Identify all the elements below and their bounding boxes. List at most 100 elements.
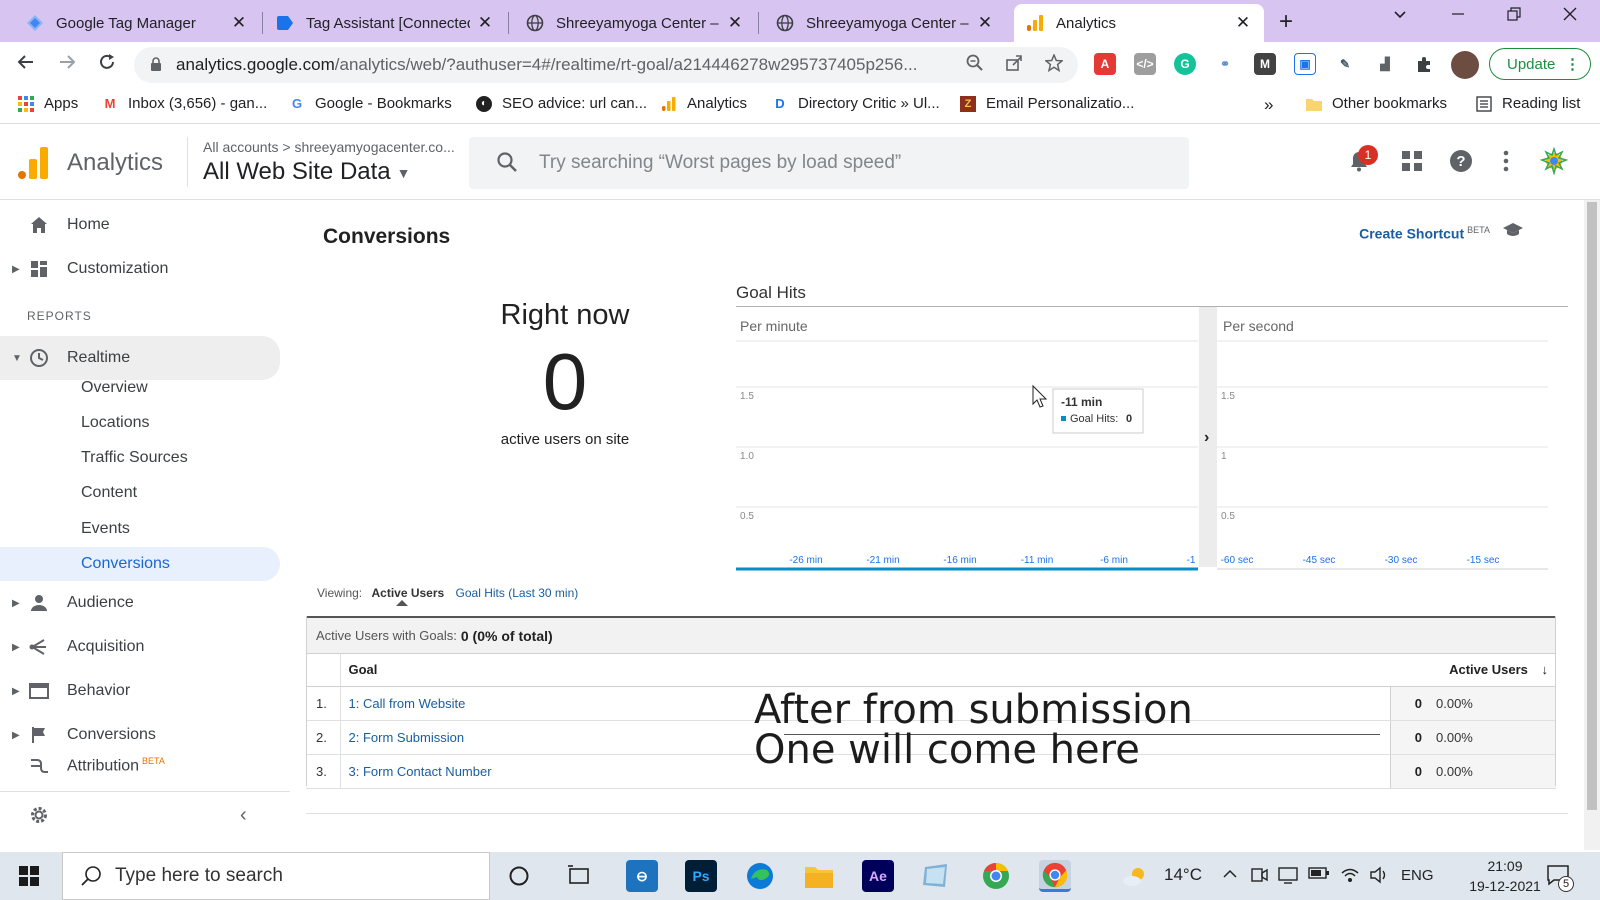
browser-tab-gtm[interactable]: Google Tag Manager ✕ <box>14 4 260 42</box>
close-tab-icon[interactable]: ✕ <box>976 13 994 33</box>
extension-stairs-icon[interactable]: ▟ <box>1374 53 1396 75</box>
after-effects-icon[interactable]: Ae <box>862 860 894 892</box>
account-breadcrumb[interactable]: All accounts > shreeyamyogacenter.co... <box>203 139 455 155</box>
browser-tab-analytics[interactable]: Analytics ✕ <box>1014 4 1264 42</box>
profile-avatar[interactable] <box>1451 51 1479 79</box>
extension-m-icon[interactable]: M <box>1254 53 1276 75</box>
bookmark-seo[interactable]: ◐ SEO advice: url can... <box>476 95 647 112</box>
minimize-icon[interactable] <box>1450 6 1466 27</box>
nav-realtime-traffic-sources[interactable]: Traffic Sources <box>0 441 280 475</box>
update-button[interactable]: Update ⋮ <box>1489 48 1591 80</box>
more-options-icon[interactable] <box>1492 147 1520 175</box>
file-explorer-icon[interactable] <box>803 860 835 892</box>
account-avatar-icon[interactable] <box>1540 147 1568 175</box>
goal-link[interactable]: 3: Form Contact Number <box>349 764 492 779</box>
reload-icon[interactable] <box>97 52 117 78</box>
extension-code-icon[interactable]: </> <box>1134 53 1156 75</box>
chrome-canary-icon[interactable] <box>980 860 1012 892</box>
bookmark-email[interactable]: Z Email Personalizatio... <box>960 95 1134 112</box>
graduation-cap-icon[interactable] <box>1502 221 1524 241</box>
action-center-icon[interactable]: 5 <box>1546 864 1574 892</box>
display-icon[interactable] <box>1278 866 1298 888</box>
help-icon[interactable]: ? <box>1447 147 1475 175</box>
close-tab-icon[interactable]: ✕ <box>1234 13 1252 33</box>
bookmark-other[interactable]: Other bookmarks <box>1306 95 1447 112</box>
ga-search-input[interactable]: Try searching “Worst pages by load speed… <box>469 137 1189 189</box>
view-selector[interactable]: All Web Site Data ▼ <box>203 158 411 186</box>
close-tab-icon[interactable]: ✕ <box>230 13 248 33</box>
scrollbar-thumb[interactable] <box>1587 202 1597 810</box>
browser-tab-shreeyamyoga-2[interactable]: Shreeyamyoga Center – B ✕ <box>764 4 1006 42</box>
volume-icon[interactable] <box>1369 866 1389 888</box>
tab-active-users[interactable]: Active Users <box>371 586 444 600</box>
language-indicator[interactable]: ENG <box>1401 867 1434 884</box>
eyedropper-icon[interactable]: ✎ <box>1334 53 1356 75</box>
tab-search-icon[interactable] <box>1392 6 1408 27</box>
nav-realtime-events[interactable]: Events <box>0 512 280 546</box>
browser-tab-tag-assistant[interactable]: Tag Assistant [Connected] ✕ <box>264 4 506 42</box>
tab-goal-hits[interactable]: Goal Hits (Last 30 min) <box>456 586 579 600</box>
forward-icon[interactable] <box>57 52 77 78</box>
share-icon[interactable] <box>1005 54 1023 77</box>
bookmark-gmail[interactable]: M Inbox (3,656) - gan... <box>102 95 268 112</box>
nav-realtime-locations[interactable]: Locations <box>0 406 280 440</box>
taskbar-clock[interactable]: 21:09 19-12-2021 <box>1464 856 1546 896</box>
weather-icon[interactable] <box>1122 866 1150 892</box>
bookmark-star-icon[interactable] <box>1044 53 1064 77</box>
new-tab-button[interactable]: + <box>1279 8 1293 36</box>
address-bar[interactable]: analytics.google.com /analytics/web/?aut… <box>134 47 1078 83</box>
nav-admin[interactable] <box>0 797 280 833</box>
close-tab-icon[interactable]: ✕ <box>476 13 494 33</box>
zoom-icon[interactable] <box>966 54 984 77</box>
extension-window-icon[interactable]: ▣ <box>1294 53 1316 75</box>
close-tab-icon[interactable]: ✕ <box>726 13 744 33</box>
active-users-column-header[interactable]: Active Users ↓ <box>1390 654 1556 687</box>
bookmarks-overflow-button[interactable]: » <box>1264 95 1273 115</box>
extensions-puzzle-icon[interactable] <box>1414 53 1436 75</box>
restore-icon[interactable] <box>1506 6 1522 27</box>
photoshop-icon[interactable]: Ps <box>685 860 717 892</box>
nav-behavior[interactable]: ▶ Behavior <box>0 673 280 709</box>
analytics-logo-icon[interactable] <box>18 147 48 179</box>
cortana-icon[interactable] <box>503 860 535 892</box>
bookmark-google[interactable]: G Google - Bookmarks <box>289 95 452 112</box>
nav-realtime-content[interactable]: Content <box>0 476 280 510</box>
reading-list[interactable]: Reading list <box>1476 95 1580 112</box>
apps-grid-icon[interactable] <box>1398 147 1426 175</box>
nav-realtime-conversions[interactable]: Conversions <box>0 547 280 581</box>
bookmark-analytics[interactable]: Analytics <box>661 95 747 112</box>
goal-column-header[interactable]: Goal <box>339 654 1390 687</box>
collapse-nav-button[interactable]: ‹ <box>240 797 270 833</box>
back-icon[interactable] <box>16 52 36 78</box>
nav-home[interactable]: Home <box>0 207 280 243</box>
task-view-icon[interactable] <box>563 860 595 892</box>
battery-icon[interactable] <box>1308 866 1330 884</box>
chrome-icon[interactable] <box>1039 860 1071 892</box>
nav-audience[interactable]: ▶ Audience <box>0 585 280 621</box>
tray-expand-icon[interactable] <box>1222 866 1238 886</box>
goal-link[interactable]: 1: Call from Website <box>349 696 466 711</box>
taskbar-search-input[interactable]: Type here to search <box>62 852 490 900</box>
edge-browser-icon[interactable] <box>744 860 776 892</box>
create-shortcut-link[interactable]: Create Shortcut BETA <box>1359 225 1490 242</box>
notes-app-icon[interactable] <box>920 860 952 892</box>
grammarly-icon[interactable]: G <box>1174 53 1196 75</box>
bookmark-apps[interactable]: Apps <box>18 95 78 112</box>
temperature[interactable]: 14°C <box>1164 865 1202 885</box>
nav-acquisition[interactable]: ▶ Acquisition <box>0 629 280 665</box>
link-extension-icon[interactable]: ⚭ <box>1214 53 1236 75</box>
windows-start-icon[interactable] <box>19 866 39 886</box>
nav-attribution[interactable]: Attribution BETA <box>0 748 280 784</box>
goal-link[interactable]: 2: Form Submission <box>349 730 465 745</box>
nav-customization[interactable]: ▶ Customization <box>0 251 280 287</box>
bookmark-directory[interactable]: D Directory Critic » Ul... <box>772 95 939 112</box>
page-scrollbar[interactable] <box>1584 200 1600 850</box>
meet-now-icon[interactable] <box>1250 866 1268 888</box>
nav-realtime-overview[interactable]: Overview <box>0 371 280 405</box>
chart-expand-icon[interactable]: › <box>1204 429 1209 446</box>
browser-tab-shreeyamyoga-1[interactable]: Shreeyamyoga Center – B ✕ <box>514 4 756 42</box>
extension-a-icon[interactable]: A <box>1094 53 1116 75</box>
meeting-app-icon[interactable]: ⊖ <box>626 860 658 892</box>
wifi-icon[interactable] <box>1340 866 1360 888</box>
close-window-icon[interactable] <box>1562 6 1578 27</box>
